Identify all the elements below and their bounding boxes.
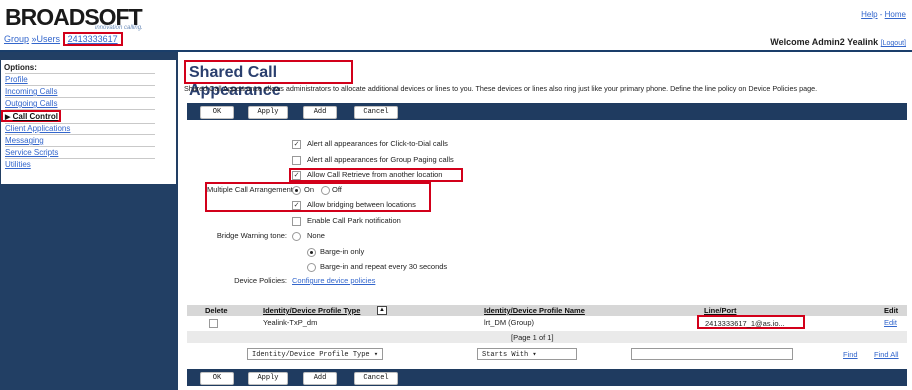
sidebar-divider	[5, 85, 155, 86]
alert-group-paging-checkbox[interactable]	[292, 156, 301, 165]
welcome-text: Welcome Admin2 Yealink [Logout]	[770, 37, 906, 47]
col-delete-header: Delete	[205, 306, 228, 315]
header-links: Help - Home	[861, 10, 906, 19]
breadcrumb-users-link[interactable]: »Users	[32, 34, 61, 44]
mca-off-radio[interactable]	[321, 186, 330, 195]
search-row: Identity/Device Profile Type ▾ Starts Wi…	[187, 346, 907, 362]
breadcrumb-group-link[interactable]: Group	[4, 34, 29, 44]
ok-button[interactable]: OK	[200, 106, 234, 119]
cancel-button[interactable]: Cancel	[354, 372, 398, 385]
sidebar-item-profile[interactable]: Profile	[5, 75, 28, 84]
chevron-down-icon: ▾	[532, 351, 537, 359]
sidebar-item-outgoing-calls[interactable]: Outgoing Calls	[5, 99, 57, 108]
bridge-tone-barge-repeat-label: Barge-in and repeat every 30 seconds	[320, 262, 448, 271]
allow-call-retrieve-checkbox[interactable]: ✓	[292, 171, 301, 180]
sort-ascending-icon[interactable]: ▲	[377, 306, 387, 315]
sidebar-divider	[5, 73, 155, 74]
find-link[interactable]: Find	[843, 350, 858, 359]
enable-call-park-label: Enable Call Park notification	[307, 216, 401, 225]
mca-on-radio[interactable]	[292, 186, 301, 195]
sidebar: Options: Profile Incoming Calls Outgoing…	[0, 52, 178, 390]
chevron-down-icon: ▾	[373, 351, 379, 359]
bottom-button-bar: OK Apply Add Cancel	[187, 369, 907, 386]
sidebar-divider	[5, 97, 155, 98]
mca-off-label: Off	[332, 185, 342, 194]
sidebar-item-client-applications[interactable]: Client Applications	[5, 124, 70, 133]
allow-bridging-label: Allow bridging between locations	[307, 200, 416, 209]
search-input[interactable]	[631, 348, 793, 360]
device-policies-label: Device Policies:	[234, 276, 287, 285]
configure-device-policies-link[interactable]: Configure device policies	[292, 276, 375, 285]
sidebar-divider	[5, 158, 155, 159]
sidebar-item-service-scripts[interactable]: Service Scripts	[5, 148, 58, 157]
col-edit-header: Edit	[884, 306, 899, 315]
sidebar-item-messaging[interactable]: Messaging	[5, 136, 44, 145]
multiple-call-arrangement-label: Multiple Call Arrangement:	[207, 185, 295, 194]
page-description: Shared Call Appearance allows administra…	[184, 84, 818, 93]
bridge-tone-none-radio[interactable]	[292, 232, 301, 241]
add-button[interactable]: Add	[303, 106, 337, 119]
row-edit-link[interactable]: Edit	[884, 318, 897, 327]
mca-on-label: On	[304, 185, 315, 194]
sidebar-options-panel: Options: Profile Incoming Calls Outgoing…	[1, 60, 176, 184]
col-line-header[interactable]: Line/Port	[704, 306, 737, 315]
page-title: Shared Call Appearance	[184, 60, 353, 99]
row-line-port: 2413333617_1@as.io...	[697, 315, 805, 329]
allow-call-retrieve-label: Allow Call Retrieve from another locatio…	[307, 170, 443, 179]
page-header: BROADSOFT innovation calling. Help - Hom…	[0, 0, 912, 50]
bridge-warning-tone-label: Bridge Warning tone:	[216, 231, 287, 240]
row-type: Yealink-TxP_dm	[263, 318, 318, 327]
breadcrumb: Group »Users 2413333617	[4, 32, 123, 46]
apply-button[interactable]: Apply	[248, 106, 288, 119]
active-arrow-icon: ▶	[5, 114, 11, 121]
pagination-text: [Page 1 of 1]	[511, 333, 554, 342]
sidebar-item-utilities[interactable]: Utilities	[5, 160, 31, 169]
allow-bridging-checkbox[interactable]: ✓	[292, 201, 301, 210]
bridge-tone-none-label: None	[307, 231, 325, 240]
enable-call-park-checkbox[interactable]	[292, 217, 301, 226]
bridge-tone-barge-in-only-label: Barge-in only	[320, 247, 365, 256]
logo-tagline: innovation calling.	[95, 25, 143, 31]
row-delete-checkbox[interactable]	[209, 319, 218, 328]
col-type-header[interactable]: Identity/Device Profile Type	[263, 306, 360, 315]
add-button[interactable]: Add	[303, 372, 337, 385]
table-row: Yealink-TxP_dm lrt_DM (Group) 2413333617…	[187, 315, 907, 329]
find-all-link[interactable]: Find All	[874, 350, 899, 359]
sidebar-item-incoming-calls[interactable]: Incoming Calls	[5, 87, 57, 96]
pagination-row: [Page 1 of 1]	[187, 331, 907, 343]
cancel-button[interactable]: Cancel	[354, 106, 398, 119]
apply-button[interactable]: Apply	[248, 372, 288, 385]
breadcrumb-user-id-link[interactable]: 2413333617	[62, 32, 123, 46]
row-name: lrt_DM (Group)	[484, 318, 535, 327]
home-link[interactable]: Home	[885, 10, 906, 19]
help-link[interactable]: Help	[861, 10, 877, 19]
sidebar-title: Options:	[4, 63, 37, 72]
sidebar-divider	[5, 134, 155, 135]
bridge-tone-barge-repeat-radio[interactable]	[307, 263, 316, 272]
top-button-bar: OK Apply Add Cancel	[187, 103, 907, 120]
ok-button[interactable]: OK	[200, 372, 234, 385]
alert-click-to-dial-label: Alert all appearances for Click-to-Dial …	[307, 139, 448, 148]
alert-group-paging-label: Alert all appearances for Group Paging c…	[307, 155, 454, 164]
alert-click-to-dial-checkbox[interactable]: ✓	[292, 140, 301, 149]
bridge-tone-barge-in-only-radio[interactable]	[307, 248, 316, 257]
sidebar-divider	[5, 146, 155, 147]
search-mode-select[interactable]: Starts With ▾	[477, 348, 577, 360]
sidebar-item-call-control[interactable]: ▶ Call Control	[1, 110, 61, 122]
search-field-select[interactable]: Identity/Device Profile Type ▾	[247, 348, 383, 360]
col-name-header[interactable]: Identity/Device Profile Name	[484, 306, 585, 315]
logout-link[interactable]: [Logout]	[881, 40, 906, 47]
